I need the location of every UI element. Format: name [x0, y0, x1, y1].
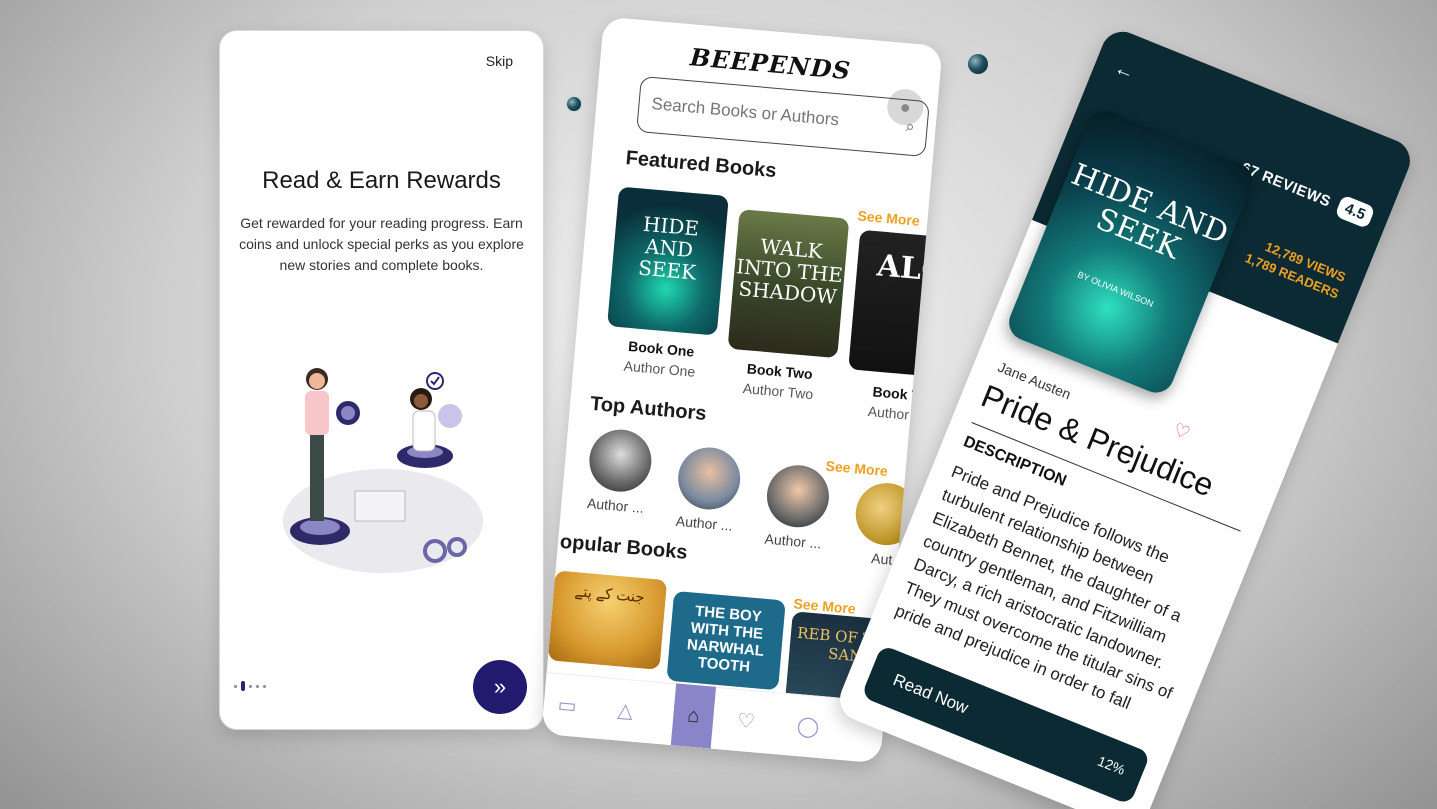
book-cover-title: ALO	[875, 248, 943, 290]
favorite-heart-icon[interactable]: ♡	[1170, 419, 1192, 445]
onboarding-description: Get rewarded for your reading progress. …	[239, 215, 524, 273]
page-dot	[263, 684, 266, 688]
onboarding-title: Read & Earn Rewards	[262, 167, 501, 194]
popular-heading: opular Books	[559, 530, 689, 564]
popular-book-cover[interactable]: THE BOY WITH THE NARWHAL TOOTH	[666, 590, 786, 691]
page-indicator	[234, 681, 266, 691]
book-author: Author T	[867, 403, 922, 424]
book-cover-title: HIDE AND SEEK	[637, 211, 700, 285]
author-avatar[interactable]	[764, 462, 832, 530]
heart-icon[interactable]: ♡	[736, 708, 756, 734]
top-authors-heading: Top Authors	[589, 392, 708, 425]
author-avatar[interactable]	[675, 444, 743, 513]
decorative-orb	[968, 54, 988, 74]
next-button[interactable]: »	[473, 660, 527, 714]
featured-book-cover[interactable]: ALO	[848, 229, 943, 379]
page-dot	[256, 684, 259, 688]
page-dot-active	[241, 681, 245, 691]
onboarding-screen: Skip Read & Earn Rewards Get rewarded fo…	[219, 30, 544, 730]
shapes-icon[interactable]: △	[617, 697, 635, 723]
popular-cover-title: جنت کے پتے	[573, 583, 646, 607]
double-chevron-right-icon: »	[493, 674, 507, 699]
page-dot	[234, 684, 237, 688]
top-authors-see-more[interactable]: See More	[825, 458, 888, 479]
book-icon[interactable]: ▭	[557, 692, 578, 719]
book-cover-title: WALK INTO THE SHADOW	[735, 234, 844, 309]
featured-book-cover[interactable]: HIDE AND SEEK	[607, 186, 729, 336]
featured-heading: Featured Books	[624, 147, 778, 183]
popular-book-cover[interactable]: جنت کے پتے	[547, 570, 668, 670]
reading-progress: 12%	[1095, 752, 1128, 778]
popular-cover-title: THE BOY WITH THE NARWHAL TOOTH	[686, 602, 765, 676]
user-icon[interactable]: ◯	[796, 713, 820, 740]
author-label: Author ...	[764, 530, 823, 552]
read-now-label: Read Now	[890, 670, 972, 718]
page-dot	[249, 684, 252, 688]
author-label: Author ...	[586, 494, 645, 516]
author-label: Author ...	[675, 512, 734, 534]
decorative-orb	[567, 97, 581, 111]
featured-see-more[interactable]: See More	[857, 207, 920, 228]
home-icon[interactable]: ⌂	[670, 683, 717, 749]
skip-button[interactable]: Skip	[486, 53, 513, 69]
featured-book-cover[interactable]: WALK INTO THE SHADOW	[727, 209, 850, 359]
search-icon[interactable]: ⌕	[905, 118, 915, 137]
rewards-illustration	[283, 368, 483, 573]
search-input[interactable]	[650, 94, 892, 135]
cover-title: HIDE AND SEEK	[1066, 157, 1234, 267]
author-avatar[interactable]	[586, 427, 654, 495]
